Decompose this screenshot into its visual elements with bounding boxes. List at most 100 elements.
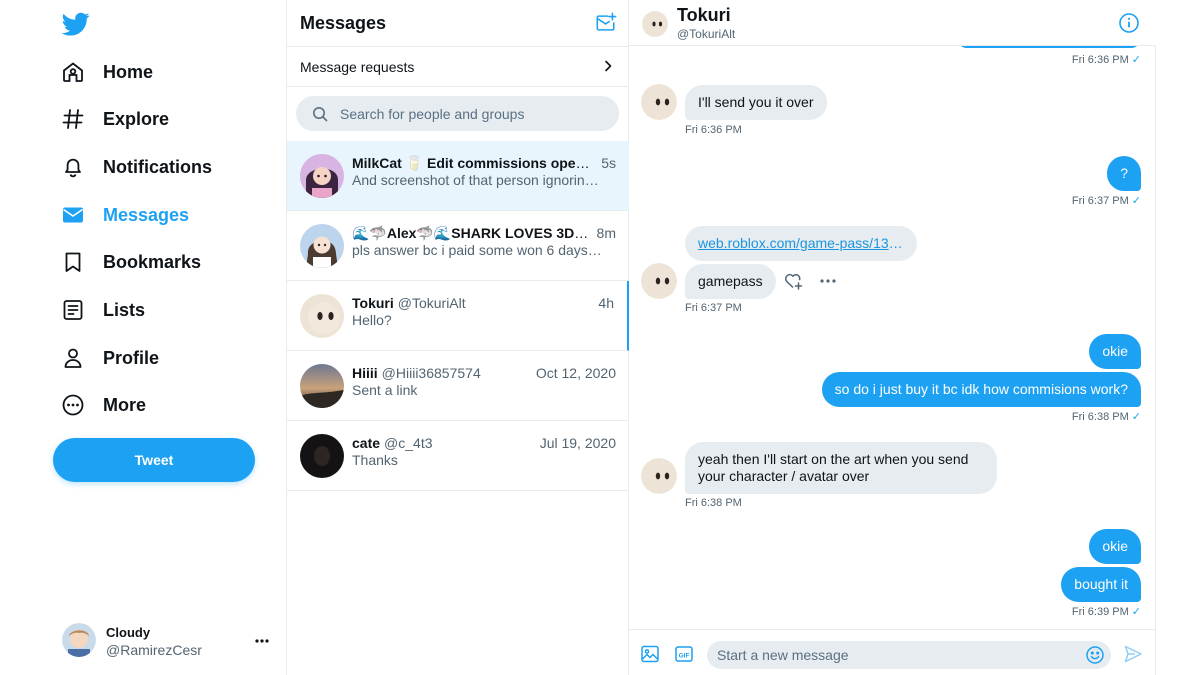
conversation-time: Jul 19, 2020: [539, 435, 616, 451]
conversation-preview: Thanks: [352, 452, 398, 468]
avatar: [300, 154, 344, 198]
chat-header: Tokuri @TokuriAlt: [629, 0, 1156, 46]
conversation-time: 5s: [601, 155, 616, 171]
nav-profile[interactable]: Profile: [60, 341, 159, 375]
message-composer: GIF: [629, 629, 1156, 675]
account-name: Cloudy: [106, 625, 151, 640]
message-bubble: so do i just buy it bc idk how commision…: [821, 372, 1141, 407]
chat-handle: @TokuriAlt: [677, 27, 736, 41]
twitter-bird-icon[interactable]: [61, 10, 90, 38]
check-icon: ✓: [1131, 195, 1141, 207]
search-icon: [312, 106, 328, 122]
more-circle-icon: [60, 392, 86, 418]
message-bubble: okie: [1089, 334, 1141, 369]
message-timestamp: Fri 6:36 PM ✓: [1071, 54, 1141, 66]
more-horizontal-icon[interactable]: [253, 632, 271, 655]
chat-name: Tokuri: [677, 5, 731, 25]
conversation-item[interactable]: 🌊🦈Alex🦈🌊SHARK LOVES 3D MO… 8m pls answer…: [287, 211, 629, 281]
bell-icon: [60, 154, 86, 180]
nav-explore[interactable]: Explore: [60, 102, 169, 136]
search-input[interactable]: [340, 96, 610, 131]
nav-more[interactable]: More: [60, 388, 146, 422]
conversation-name: MilkCat 🥛 Edit commissions open for r…: [352, 155, 592, 171]
conversation-name: Tokuri: [352, 295, 394, 311]
message-bubble: I'll send you it over: [685, 85, 827, 120]
avatar: [641, 458, 677, 494]
account-handle: @RamirezCesr: [106, 642, 202, 658]
conversation-handle: @TokuriAlt: [397, 295, 466, 311]
nav-messages[interactable]: Messages: [60, 198, 189, 232]
chevron-right-icon: [601, 59, 615, 73]
nav-home-label: Home: [103, 61, 154, 82]
tweet-button[interactable]: Tweet: [53, 438, 255, 482]
nav-bookmarks-label: Bookmarks: [103, 251, 202, 272]
message-requests[interactable]: Message requests: [287, 46, 629, 87]
account-switcher[interactable]: Cloudy @RamirezCesr: [60, 622, 275, 660]
bookmark-icon: [60, 249, 86, 275]
nav-more-label: More: [103, 394, 147, 415]
message-timestamp: Fri 6:36 PM: [685, 124, 742, 136]
avatar[interactable]: [642, 11, 668, 37]
message-bubble: gamepass: [685, 264, 776, 299]
messages-column: Messages Message requests MilkCat �: [287, 0, 629, 675]
new-message-icon[interactable]: [595, 12, 617, 34]
nav-lists-label: Lists: [103, 299, 146, 320]
left-sidebar: Home Explore Notifications Messages Book…: [0, 0, 287, 675]
conversation-item[interactable]: Hiiii @Hiiii36857574 Oct 12, 2020 Sent a …: [287, 351, 629, 421]
conversation-preview: Hello?: [352, 312, 392, 328]
message-timestamp: Fri 6:37 PM: [685, 302, 742, 314]
link-bubble[interactable]: web.roblox.com/game-pass/1391…: [685, 226, 917, 261]
avatar: [300, 364, 344, 408]
nav-home[interactable]: Home: [60, 55, 153, 89]
avatar: [300, 294, 344, 338]
conversation-item[interactable]: cate @c_4t3 Jul 19, 2020 Thanks: [287, 421, 629, 491]
hashtag-icon: [60, 106, 86, 132]
conversation-name: 🌊🦈Alex🦈🌊SHARK LOVES 3D MO…: [352, 225, 592, 241]
conversation-time: 4h: [598, 295, 614, 311]
page-title: Messages: [300, 13, 387, 33]
message-bubble: bought it: [1061, 567, 1141, 602]
nav-bookmarks[interactable]: Bookmarks: [60, 245, 201, 279]
nav-notifications-label: Notifications: [103, 156, 213, 177]
nav-lists[interactable]: Lists: [60, 293, 145, 327]
conversation-preview: Sent a link: [352, 382, 418, 398]
message-timestamp: Fri 6:38 PM: [685, 497, 742, 509]
message-timestamp: Fri 6:38 PM ✓: [1071, 411, 1141, 423]
avatar: [300, 434, 344, 478]
chat-panel: Tokuri @TokuriAlt Fri 6:36 PM ✓ I'll send…: [629, 0, 1156, 675]
emoji-icon[interactable]: [1085, 645, 1105, 665]
conversation-name: cate: [352, 435, 381, 451]
message-bubble: ?: [1107, 156, 1141, 191]
check-icon: ✓: [1131, 54, 1141, 66]
conversation-item[interactable]: MilkCat 🥛 Edit commissions open for r… 5…: [287, 141, 629, 211]
message-timestamp: Fri 6:39 PM ✓: [1071, 606, 1141, 618]
gif-icon[interactable]: GIF: [674, 644, 694, 664]
message-timestamp: Fri 6:37 PM ✓: [1071, 195, 1141, 207]
conversation-handle: @Hiiii36857574: [381, 365, 481, 381]
list-icon: [60, 297, 86, 323]
message-bubble: okie: [1089, 529, 1141, 564]
nav-messages-label: Messages: [103, 204, 190, 225]
search-bar: [296, 96, 619, 131]
message-requests-label: Message requests: [300, 59, 415, 75]
messages-header: Messages: [287, 0, 629, 46]
image-icon[interactable]: [640, 644, 660, 664]
conversation-name: Hiiii: [352, 365, 378, 381]
conversation-handle: @c_4t3: [384, 435, 433, 451]
message-bubble: yeah then I'll start on the art when you…: [685, 442, 997, 494]
nav-profile-label: Profile: [103, 347, 160, 368]
send-icon[interactable]: [1123, 644, 1143, 664]
conversation-time: Oct 12, 2020: [535, 365, 616, 381]
heart-plus-icon[interactable]: [783, 271, 803, 291]
info-icon[interactable]: [1118, 12, 1140, 34]
check-icon: ✓: [1131, 411, 1141, 423]
message-field: [707, 641, 1111, 669]
conversation-item[interactable]: Tokuri @TokuriAlt 4h Hello?: [287, 281, 629, 351]
more-horizontal-icon[interactable]: [818, 271, 838, 291]
message-input[interactable]: [717, 641, 1077, 669]
nav-notifications[interactable]: Notifications: [60, 150, 212, 184]
conversation-list: MilkCat 🥛 Edit commissions open for r… 5…: [287, 141, 629, 491]
check-icon: ✓: [1131, 606, 1141, 618]
avatar: [641, 263, 677, 299]
envelope-icon: [60, 202, 86, 228]
